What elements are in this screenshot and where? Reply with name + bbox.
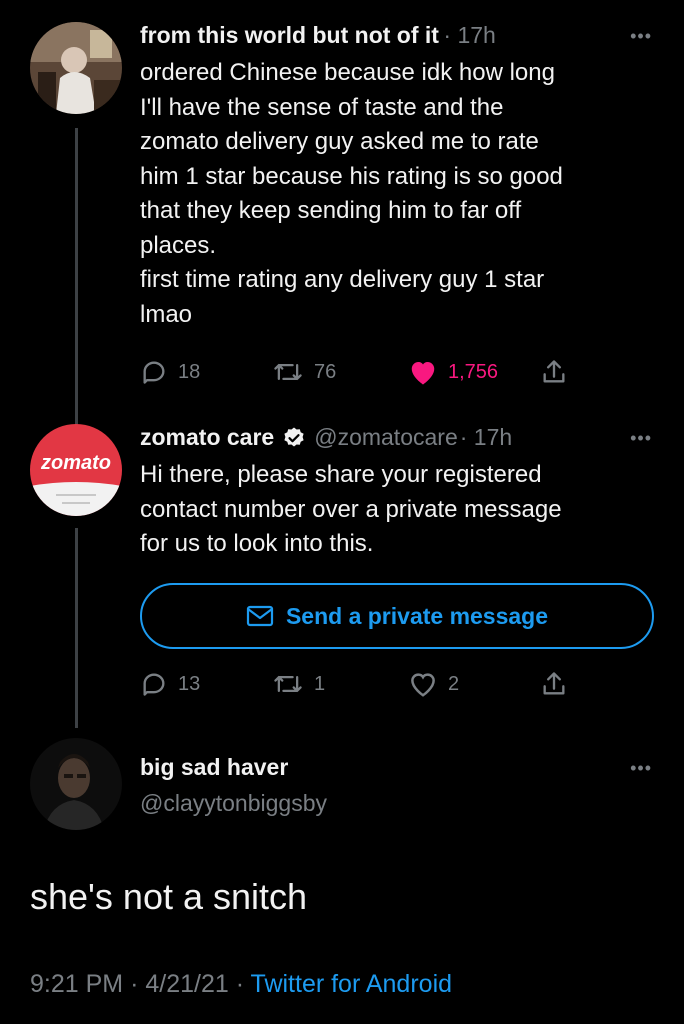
tweet-1-body: ordered Chinese because idk how long I'l… bbox=[140, 56, 563, 332]
share-icon bbox=[543, 672, 565, 695]
tweet-text-line: him 1 star because his rating is so good bbox=[140, 162, 563, 190]
author-name[interactable]: from this world but not of it bbox=[140, 22, 439, 48]
tweet-text-line: lmao bbox=[140, 300, 193, 328]
more-options-icon[interactable]: ••• bbox=[630, 428, 652, 449]
author-name[interactable]: big sad haver bbox=[140, 754, 288, 781]
tweet-footer: 9:21 PM · 4/21/21 · Twitter for Android bbox=[30, 970, 452, 999]
tweet-time: · 17h bbox=[443, 22, 496, 48]
like-count: 1,756 bbox=[448, 360, 499, 383]
retweet-count: 1 bbox=[314, 672, 326, 695]
reply-icon bbox=[143, 361, 165, 384]
tweet-1-header: from this world but not of it · 17h bbox=[140, 22, 496, 49]
retweet-button[interactable]: 76 bbox=[272, 358, 336, 386]
like-button[interactable]: 1,756 bbox=[408, 358, 498, 386]
retweet-button[interactable]: 1 bbox=[272, 670, 325, 698]
footer-separator: · bbox=[235, 970, 245, 998]
share-button[interactable] bbox=[540, 670, 568, 698]
share-button[interactable] bbox=[540, 358, 568, 386]
tweet-time: · 17h bbox=[459, 424, 513, 450]
send-private-message-button[interactable]: Send a private message bbox=[140, 583, 654, 649]
more-options-icon[interactable]: ••• bbox=[630, 26, 652, 47]
tweet-2-header: zomato care @zomatocare · 17h bbox=[140, 424, 512, 451]
tweet-text-line: Hi there, please share your registered bbox=[140, 461, 542, 488]
avatar-photo-icon bbox=[30, 22, 122, 114]
tweet-text-line: ordered Chinese because idk how long bbox=[140, 59, 555, 86]
tweet-text-line: first time rating any delivery guy 1 sta… bbox=[140, 266, 545, 293]
avatar-zomato-care[interactable]: zomato bbox=[30, 424, 122, 516]
like-count: 2 bbox=[448, 672, 460, 695]
footer-separator: · bbox=[130, 970, 139, 998]
avatar-big-sad-haver[interactable] bbox=[30, 738, 122, 830]
tweet-timestamp: 9:21 PM bbox=[30, 970, 124, 998]
avatar-photo-icon bbox=[30, 738, 122, 830]
avatar-from-this-world[interactable] bbox=[30, 22, 122, 114]
author-handle[interactable]: @clayytonbiggsby bbox=[140, 790, 327, 817]
thread-line-2 bbox=[75, 528, 78, 728]
verified-badge-icon bbox=[284, 427, 304, 446]
zomato-logo-text: zomato bbox=[41, 452, 111, 474]
tweet-source-link[interactable]: Twitter for Android bbox=[251, 970, 452, 998]
heart-outline-icon bbox=[411, 673, 435, 697]
reply-button[interactable]: 18 bbox=[140, 358, 200, 386]
tweet-text-line: places. bbox=[140, 231, 217, 259]
tweet-date: 4/21/21 bbox=[145, 970, 229, 998]
retweet-icon bbox=[274, 676, 302, 692]
thread-line-1 bbox=[75, 128, 78, 428]
reply-count: 13 bbox=[178, 672, 201, 695]
tweet-text-line: contact number over a private message bbox=[140, 495, 562, 523]
tweet-text-line: I'll have the sense of taste and the bbox=[140, 93, 504, 121]
tweet-3-text: she's not a snitch bbox=[30, 876, 308, 917]
author-handle[interactable]: @zomatocare bbox=[314, 424, 458, 451]
tweet-text-line: for us to look into this. bbox=[140, 530, 374, 557]
more-options-icon[interactable]: ••• bbox=[630, 758, 652, 779]
author-name[interactable]: zomato care bbox=[140, 424, 274, 451]
retweet-count: 76 bbox=[314, 360, 337, 383]
retweet-icon bbox=[274, 363, 302, 380]
envelope-icon bbox=[246, 605, 274, 627]
reply-icon bbox=[143, 673, 165, 696]
heart-filled-icon bbox=[411, 362, 435, 385]
reply-count: 18 bbox=[178, 360, 201, 383]
tweet-2-body: Hi there, please share your registered c… bbox=[140, 458, 562, 562]
tweet-text-line: zomato delivery guy asked me to rate bbox=[140, 128, 539, 155]
reply-button[interactable]: 13 bbox=[140, 670, 200, 698]
send-private-message-label: Send a private message bbox=[285, 602, 549, 629]
tweet-text-line: that they keep sending him to far off bbox=[140, 197, 522, 224]
like-button[interactable]: 2 bbox=[408, 670, 459, 698]
share-icon bbox=[543, 360, 565, 383]
